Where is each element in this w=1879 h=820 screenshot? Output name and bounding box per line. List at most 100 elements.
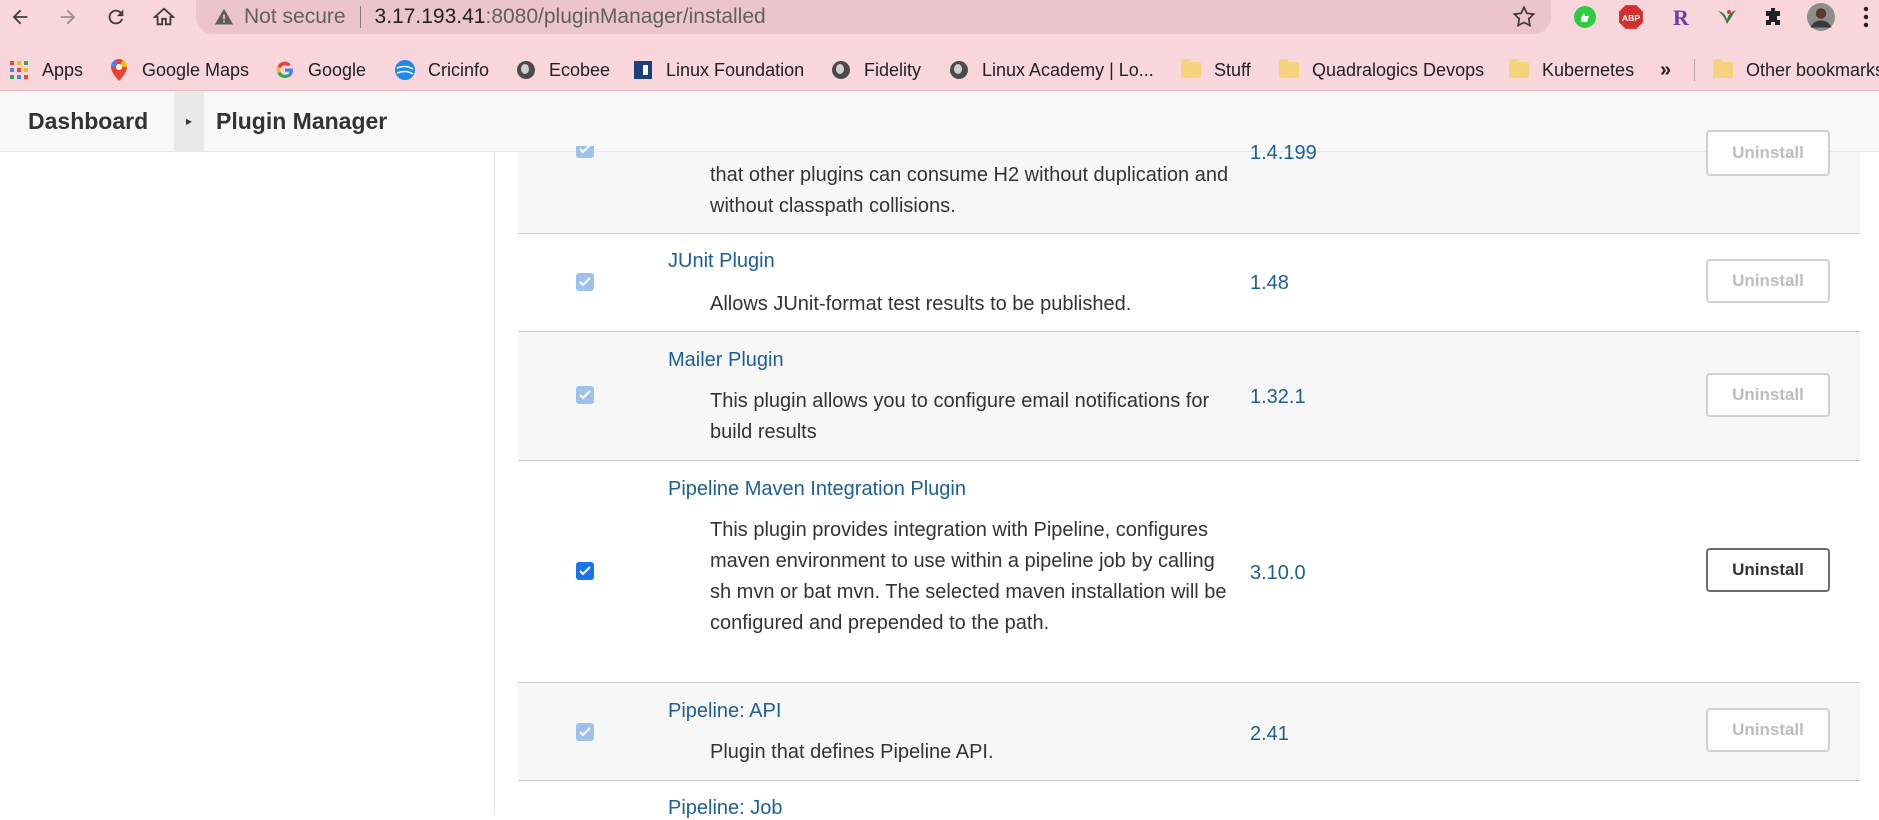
forward-button[interactable] (48, 0, 88, 34)
plugin-checkbox[interactable] (576, 723, 594, 741)
folder-icon (1509, 59, 1529, 78)
breadcrumb-chevron-icon[interactable]: ▸ (174, 91, 204, 151)
plugin-name-link[interactable]: JUnit Plugin (668, 250, 775, 273)
profile-avatar-icon[interactable] (1806, 2, 1836, 32)
bookmark-star-icon[interactable] (1511, 4, 1537, 30)
green-extension-icon[interactable] (1570, 2, 1600, 32)
bookmark-label: Google (308, 59, 367, 80)
security-label: Not secure (244, 5, 346, 28)
folder-icon (1713, 59, 1733, 78)
plugin-description: This plugin allows you to configure emai… (710, 390, 1210, 443)
plugin-name-link[interactable]: Pipeline: Job (668, 797, 783, 820)
bird-extension-icon[interactable] (1712, 2, 1742, 32)
bookmark-quadralogics-devops[interactable]: Quadralogics Devops (1278, 50, 1484, 90)
uninstall-button[interactable]: Uninstall (1706, 548, 1830, 592)
plugin-description: Plugin that defines Pipeline API. (710, 741, 994, 763)
url-path: :8080/pluginManager/installed (485, 5, 766, 28)
plugin-checkbox[interactable] (576, 562, 594, 580)
plugin-description: that other plugins can consume H2 withou… (710, 164, 1229, 217)
svg-text:ABP: ABP (1622, 13, 1641, 23)
breadcrumb: Dashboard ▸ Plugin Manager (0, 91, 1879, 152)
table-row: Pipeline Maven Integration Plugin This p… (518, 460, 1860, 683)
uninstall-button[interactable]: Uninstall (1706, 259, 1830, 303)
plugin-version[interactable]: 1.4.199 (1250, 142, 1317, 165)
plugin-name-link[interactable]: Pipeline Maven Integration Plugin (668, 478, 966, 501)
other-bookmarks[interactable]: Other bookmarks (1712, 50, 1879, 90)
plugin-description: This plugin provides integration with Pi… (710, 519, 1227, 634)
bookmark-label: Ecobee (549, 59, 611, 80)
bookmark-label: Stuff (1214, 59, 1251, 80)
breadcrumb-current: Plugin Manager (216, 107, 388, 134)
bookmark-kubernetes[interactable]: Kubernetes (1508, 50, 1634, 90)
globe-icon (832, 61, 850, 79)
bookmark-ecobee[interactable]: Ecobee (515, 50, 610, 90)
sidebar-divider (494, 152, 495, 814)
uninstall-button[interactable]: Uninstall (1706, 373, 1830, 417)
bookmark-label: Apps (42, 59, 84, 80)
plugin-version[interactable]: 1.48 (1250, 272, 1289, 295)
bookmark-apps[interactable]: Apps (8, 50, 83, 90)
browser-menu-icon[interactable] (1856, 2, 1876, 32)
bookmark-google-maps[interactable]: Google Maps (108, 50, 249, 90)
bookmarks-overflow-button[interactable]: » (1660, 50, 1671, 90)
r-extension-icon[interactable]: R (1666, 2, 1696, 32)
table-row: Pipeline: Job (518, 780, 1860, 819)
bookmark-label: Linux Foundation (666, 59, 805, 80)
table-row: Pipeline: API Plugin that defines Pipeli… (518, 682, 1860, 781)
back-arrow-icon (12, 9, 28, 25)
address-bar[interactable]: Not secure 3.17.193.41 :8080/pluginManag… (196, 0, 1551, 34)
back-button[interactable] (0, 0, 40, 34)
reload-icon (108, 9, 124, 25)
google-icon (274, 59, 296, 81)
forward-arrow-icon (60, 9, 76, 25)
bookmark-fidelity[interactable]: Fidelity (830, 50, 921, 90)
linux-foundation-icon (632, 59, 654, 81)
uninstall-button[interactable]: Uninstall (1706, 130, 1830, 176)
plugin-checkbox[interactable] (576, 273, 594, 291)
table-row: JUnit Plugin Allows JUnit-format test re… (518, 233, 1860, 332)
plugin-description: Allows JUnit-format test results to be p… (710, 293, 1132, 315)
uninstall-button[interactable]: Uninstall (1706, 708, 1830, 752)
warning-icon (214, 7, 234, 27)
home-button[interactable] (144, 0, 184, 34)
bookmark-stuff[interactable]: Stuff (1180, 50, 1251, 90)
apps-grid-icon (8, 59, 30, 81)
plugin-version[interactable]: 3.10.0 (1250, 562, 1306, 585)
bookmark-label: Linux Academy | Lo... (982, 59, 1154, 80)
bookmark-google[interactable]: Google (274, 50, 366, 90)
svg-text:R: R (1673, 5, 1690, 29)
breadcrumb-dashboard-link[interactable]: Dashboard (28, 91, 148, 151)
adblock-plus-icon[interactable]: ABP (1616, 2, 1646, 32)
google-maps-icon (108, 59, 130, 81)
plugin-name-link[interactable]: Mailer Plugin (668, 349, 784, 372)
plugin-checkbox[interactable] (576, 386, 594, 404)
bookmarks-bar: Apps Google Maps Google Cricinfo Ecobee … (0, 50, 1879, 91)
globe-icon (950, 61, 968, 79)
address-separator (359, 6, 361, 28)
reload-button[interactable] (96, 0, 136, 34)
folder-icon (1181, 59, 1201, 78)
cricinfo-icon (394, 59, 416, 81)
bookmark-linux-academy[interactable]: Linux Academy | Lo... (948, 50, 1154, 90)
bookmarks-divider (1694, 59, 1695, 81)
plugin-checkbox[interactable] (576, 144, 594, 158)
bookmark-linux-foundation[interactable]: Linux Foundation (632, 50, 804, 90)
bookmark-label: Kubernetes (1542, 59, 1635, 80)
table-row: Mailer Plugin This plugin allows you to … (518, 331, 1860, 461)
globe-icon (517, 61, 535, 79)
bookmark-label: Google Maps (142, 59, 250, 80)
other-bookmarks-label: Other bookmarks (1746, 59, 1879, 80)
browser-toolbar: Not secure 3.17.193.41 :8080/pluginManag… (0, 0, 1879, 50)
plugin-name-link[interactable]: Pipeline: API (668, 700, 781, 723)
bookmark-label: Fidelity (864, 59, 922, 80)
bookmark-label: Quadralogics Devops (1312, 59, 1485, 80)
table-row: that other plugins can consume H2 withou… (518, 130, 1860, 233)
plugin-version[interactable]: 1.32.1 (1250, 386, 1306, 409)
home-icon (153, 7, 175, 26)
plugin-version[interactable]: 2.41 (1250, 723, 1289, 746)
puzzle-extensions-icon[interactable] (1758, 2, 1788, 32)
bookmark-label: Cricinfo (428, 59, 490, 80)
bookmark-cricinfo[interactable]: Cricinfo (394, 50, 489, 90)
url-host: 3.17.193.41 (374, 5, 486, 28)
folder-icon (1279, 59, 1299, 78)
